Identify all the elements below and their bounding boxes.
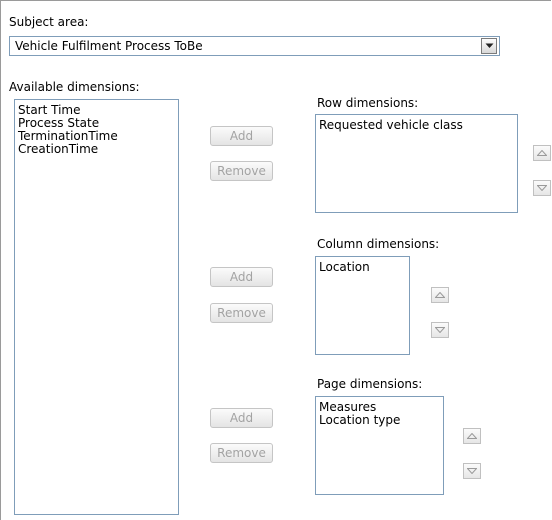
list-item[interactable]: Location type [319,414,440,427]
row-move-up-button[interactable] [533,145,551,161]
triangle-down-icon [467,468,477,474]
triangle-up-icon [537,150,547,156]
list-item[interactable]: Location [319,261,406,274]
page-remove-button[interactable]: Remove [210,443,273,463]
page-add-button[interactable]: Add [210,408,273,428]
column-add-button[interactable]: Add [210,267,273,287]
list-item[interactable]: Requested vehicle class [319,119,514,132]
row-dimensions-label: Row dimensions: [317,96,419,110]
triangle-down-icon [537,185,547,191]
page-dimensions-label: Page dimensions: [317,377,423,391]
page-dimensions-list[interactable]: Measures Location type [315,396,444,495]
row-move-down-button[interactable] [533,180,551,196]
available-dimensions-list[interactable]: Start Time Process State TerminationTime… [14,99,179,515]
row-add-button[interactable]: Add [210,126,273,146]
column-remove-button[interactable]: Remove [210,303,273,323]
subject-area-value: Vehicle Fulfilment Process ToBe [15,39,203,53]
column-move-down-button[interactable] [431,322,449,338]
triangle-up-icon [467,433,477,439]
chevron-down-icon[interactable] [481,38,497,54]
subject-area-select[interactable]: Vehicle Fulfilment Process ToBe [9,36,500,56]
page-move-up-button[interactable] [463,428,481,444]
page-move-down-button[interactable] [463,463,481,479]
triangle-down-icon [435,327,445,333]
list-item[interactable]: CreationTime [18,143,175,156]
available-dimensions-label: Available dimensions: [9,80,140,94]
row-dimensions-list[interactable]: Requested vehicle class [315,114,518,213]
column-dimensions-label: Column dimensions: [317,237,440,251]
subject-area-label: Subject area: [9,15,89,29]
row-remove-button[interactable]: Remove [210,161,273,181]
column-dimensions-list[interactable]: Location [315,256,410,355]
triangle-up-icon [435,292,445,298]
column-move-up-button[interactable] [431,287,449,303]
